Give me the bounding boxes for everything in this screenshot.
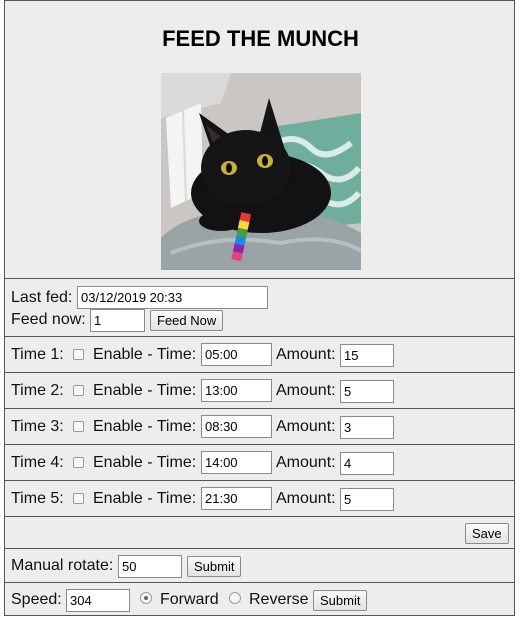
feed-now-amount-field[interactable] bbox=[90, 309, 145, 332]
manual-rotate-submit-button[interactable]: Submit bbox=[187, 556, 242, 577]
schedule-amount-label: Amount: bbox=[276, 490, 336, 507]
reverse-label: Reverse bbox=[249, 591, 309, 608]
header-panel: FEED THE MUNCH bbox=[4, 0, 515, 279]
speed-panel: Speed: Forward Reverse Submit bbox=[4, 582, 515, 616]
schedule-amount-field[interactable] bbox=[340, 488, 394, 511]
schedule-enable-label: Enable - Time: bbox=[93, 490, 197, 507]
schedule-row: Time 3: Enable - Time: Amount: bbox=[4, 408, 515, 445]
schedule-amount-field[interactable] bbox=[340, 380, 394, 403]
schedule-time-label: Time 4: bbox=[11, 454, 64, 471]
schedule-row: Time 2: Enable - Time: Amount: bbox=[4, 372, 515, 409]
schedule-enable-checkbox[interactable] bbox=[73, 421, 84, 432]
speed-submit-button[interactable]: Submit bbox=[313, 590, 368, 611]
manual-rotate-label: Manual rotate: bbox=[11, 557, 114, 574]
schedule-time-label: Time 2: bbox=[11, 382, 64, 399]
forward-radio[interactable] bbox=[140, 592, 152, 604]
schedule-time-field[interactable] bbox=[201, 343, 272, 366]
feed-now-button[interactable]: Feed Now bbox=[150, 310, 224, 331]
feed-panel: Last fed: Feed now: Feed Now bbox=[4, 278, 515, 337]
manual-rotate-panel: Manual rotate: Submit bbox=[4, 548, 515, 583]
schedule-enable-label: Enable - Time: bbox=[93, 346, 197, 363]
schedule-enable-checkbox[interactable] bbox=[73, 349, 84, 360]
schedule-time-label: Time 5: bbox=[11, 490, 64, 507]
feed-now-label: Feed now: bbox=[11, 311, 86, 328]
schedule-time-field[interactable] bbox=[201, 451, 272, 474]
schedule-amount-label: Amount: bbox=[276, 454, 336, 471]
schedule-enable-label: Enable - Time: bbox=[93, 454, 197, 471]
schedule-time-label: Time 1: bbox=[11, 346, 64, 363]
save-button[interactable]: Save bbox=[465, 523, 509, 544]
schedule-row: Time 5: Enable - Time: Amount: bbox=[4, 480, 515, 517]
schedule-enable-label: Enable - Time: bbox=[93, 418, 197, 435]
schedule-row: Time 4: Enable - Time: Amount: bbox=[4, 444, 515, 481]
schedule-amount-label: Amount: bbox=[276, 418, 336, 435]
last-fed-field[interactable] bbox=[77, 286, 268, 309]
schedule-time-label: Time 3: bbox=[11, 418, 64, 435]
save-panel: Save bbox=[4, 516, 515, 549]
reverse-radio[interactable] bbox=[229, 592, 241, 604]
schedule-enable-checkbox[interactable] bbox=[73, 493, 84, 504]
manual-rotate-field[interactable] bbox=[118, 555, 182, 578]
schedule-time-field[interactable] bbox=[201, 379, 272, 402]
schedule-amount-label: Amount: bbox=[276, 382, 336, 399]
speed-field[interactable] bbox=[66, 589, 130, 612]
schedule-enable-checkbox[interactable] bbox=[73, 385, 84, 396]
schedule-enable-checkbox[interactable] bbox=[73, 457, 84, 468]
schedule-row: Time 1: Enable - Time: Amount: bbox=[4, 336, 515, 373]
speed-label: Speed: bbox=[11, 591, 62, 608]
schedule-time-field[interactable] bbox=[201, 415, 272, 438]
schedule-amount-label: Amount: bbox=[276, 346, 336, 363]
forward-label: Forward bbox=[160, 591, 219, 608]
schedule-amount-field[interactable] bbox=[340, 344, 394, 367]
page-title: FEED THE MUNCH bbox=[162, 26, 359, 51]
schedule-time-field[interactable] bbox=[201, 487, 272, 510]
schedule-enable-label: Enable - Time: bbox=[93, 382, 197, 399]
last-fed-label: Last fed: bbox=[11, 289, 73, 306]
cat-photo bbox=[161, 73, 361, 270]
schedule-amount-field[interactable] bbox=[340, 416, 394, 439]
schedule-amount-field[interactable] bbox=[340, 452, 394, 475]
